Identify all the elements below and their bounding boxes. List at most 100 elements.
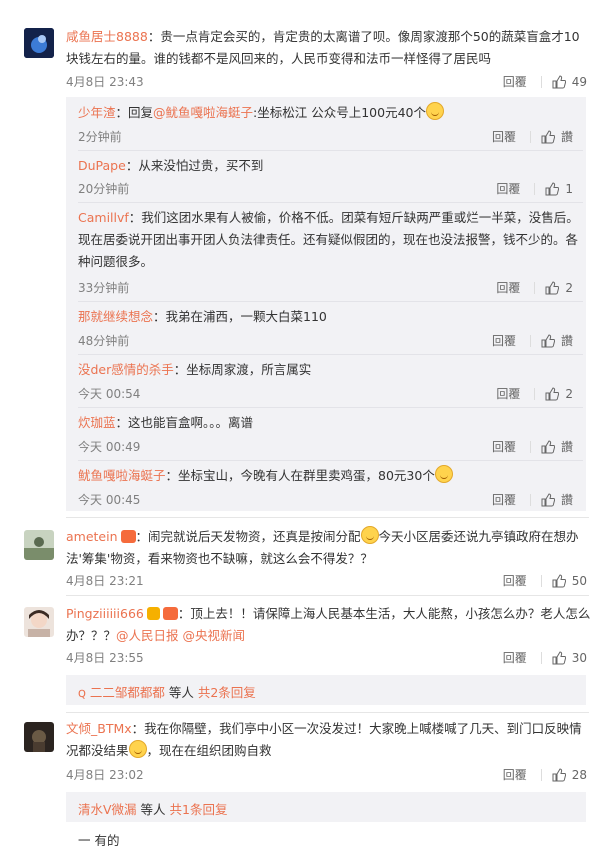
reply-text: 炊珈蓝：这也能盲盒啊。。。离谱	[78, 412, 583, 434]
like-count: 2	[565, 280, 573, 295]
like-icon[interactable]	[552, 573, 566, 588]
divider	[529, 493, 531, 506]
reply-username[interactable]: 鱿鱼嘎啦海蜓子	[78, 468, 166, 483]
avatar[interactable]	[24, 530, 54, 560]
like-icon[interactable]	[541, 129, 555, 144]
comment-text: ametein ：闹完就说后天发物资，还真是按闹分配 今天小区居委还说九亭镇政府在想…	[66, 526, 591, 570]
more-replies-count[interactable]: 共2条回复	[198, 685, 256, 700]
more-replies-suffix: 等人	[164, 685, 198, 700]
like-count: 28	[571, 767, 587, 782]
reply-button[interactable]: 回覆	[496, 279, 520, 296]
smile-emoji-icon	[434, 465, 453, 483]
reply-button[interactable]: 回覆	[496, 180, 520, 197]
avatar-image-icon	[24, 722, 54, 752]
comment-actions: 回覆 28	[503, 766, 587, 783]
verified-badge-icon	[146, 607, 160, 620]
partial-comment-text: 一 有的	[78, 830, 583, 852]
partial-comment-body: 一 有的	[78, 833, 120, 848]
more-replies-users[interactable]: 二二邹都都都	[90, 685, 165, 700]
mention-link[interactable]: @鱿鱼嘎啦海蜓子	[153, 105, 253, 120]
reply-time: 33分钟前	[78, 281, 130, 295]
like-icon[interactable]	[552, 767, 566, 782]
reply-button[interactable]: 回覆	[492, 128, 516, 145]
reply-username[interactable]: DuPape	[78, 158, 126, 173]
more-replies-count[interactable]: 共1条回复	[170, 802, 228, 817]
comment-username[interactable]: ametein	[66, 529, 118, 544]
divider	[78, 150, 583, 151]
like-icon[interactable]	[541, 439, 555, 454]
comment-username[interactable]: 咸鱼居士8888	[66, 29, 148, 44]
comment-username[interactable]: Pingziiiiii666	[66, 606, 144, 621]
more-replies-link[interactable]: ꞯ 二二邹都都都 等人 共2条回复	[78, 682, 256, 701]
reply-text: 少年渣：回复@鱿鱼嘎啦海蜓子:坐标松江 公众号上100元40个	[78, 102, 583, 124]
divider	[540, 768, 542, 781]
reply-text: 那就继续想念：我弟在浦西，一颗大白菜110	[78, 306, 583, 328]
more-replies-link[interactable]: 清水V微漏 等人 共1条回复	[78, 799, 227, 818]
avatar-image-icon	[24, 607, 54, 637]
avatar[interactable]	[24, 722, 54, 752]
reply-button[interactable]: 回覆	[503, 73, 527, 90]
divider	[534, 387, 536, 400]
avatar-image-icon	[24, 530, 54, 560]
member-badge-icon	[120, 530, 136, 543]
reply-username[interactable]: 那就继续想念	[78, 309, 153, 324]
avatar-image-icon	[24, 28, 54, 58]
mention-links[interactable]: @人民日报 @央视新闻	[116, 628, 245, 643]
divider	[534, 182, 536, 195]
reply-time: 20分钟前	[78, 182, 130, 196]
reply-actions: 回覆 1	[496, 180, 573, 197]
like-icon[interactable]	[545, 280, 560, 295]
divider	[78, 202, 583, 203]
comment-time: 4月8日 23:02	[66, 768, 144, 782]
reply-username[interactable]: 炊珈蓝	[78, 415, 116, 430]
grin-emoji-icon	[128, 740, 147, 758]
reply-body: :坐标松江 公众号上100元40个	[253, 105, 426, 120]
reply-button[interactable]: 回覆	[496, 385, 520, 402]
like-icon[interactable]	[545, 181, 560, 196]
comment-time: 4月8日 23:21	[66, 574, 144, 588]
comment-username[interactable]: 文倾_BTMx	[66, 721, 132, 736]
reply-button[interactable]: 回覆	[503, 572, 527, 589]
reply-username[interactable]: Camillvf	[78, 210, 129, 225]
reply-time: 今天 00:49	[78, 440, 141, 454]
reply-button[interactable]: 回覆	[503, 649, 527, 666]
reply-body: ：坐标周家渡，所言属实	[173, 362, 312, 377]
like-count: 讚	[560, 334, 573, 348]
more-replies-suffix: 等人	[136, 802, 170, 817]
reply-body: ：从来没怕过贵，买不到	[125, 158, 264, 173]
like-icon[interactable]	[545, 386, 560, 401]
reply-body: ：坐标宝山，今晚有人在群里卖鸡蛋，80元30个	[165, 468, 435, 483]
reply-username[interactable]: 少年渣	[78, 105, 116, 120]
reply-username[interactable]: 没der感情的杀手	[78, 362, 174, 377]
comment-actions: 回覆 49	[503, 73, 587, 90]
like-icon[interactable]	[552, 74, 566, 89]
divider	[540, 651, 542, 664]
avatar[interactable]	[24, 28, 54, 58]
comment-time: 4月8日 23:43	[66, 75, 144, 89]
reply-text: Camillvf：我们这团水果有人被偷，价格不低。团菜有短斤缺两严重或烂一半菜，…	[78, 207, 583, 273]
divider	[78, 460, 583, 461]
avatar[interactable]	[24, 607, 54, 637]
divider	[78, 407, 583, 408]
like-icon[interactable]	[552, 650, 566, 665]
reply-text: 鱿鱼嘎啦海蜓子：坐标宝山，今晚有人在群里卖鸡蛋，80元30个	[78, 465, 583, 487]
reply-button[interactable]: 回覆	[503, 766, 527, 783]
like-count: 讚	[560, 440, 573, 454]
laugh-emoji-icon	[360, 526, 379, 544]
comment-actions: 回覆 50	[503, 572, 587, 589]
reply-actions: 回覆 讚	[492, 128, 573, 145]
reply-button[interactable]: 回覆	[492, 332, 516, 349]
divider	[540, 574, 542, 587]
comment-time: 4月8日 23:55	[66, 651, 144, 665]
like-count: 讚	[560, 130, 573, 144]
reply-time: 今天 00:45	[78, 493, 141, 507]
reply-body: ：我弟在浦西，一颗大白菜110	[153, 309, 327, 324]
reply-button[interactable]: 回覆	[492, 438, 516, 455]
reply-button[interactable]: 回覆	[492, 491, 516, 508]
like-icon[interactable]	[541, 492, 555, 507]
reply-actions: 回覆 2	[496, 279, 573, 296]
like-icon[interactable]	[541, 333, 555, 348]
comment-text: Pingziiiiii666 ：顶上去！！请保障上海人民基本生活，大人能熬，小孩怎…	[66, 603, 591, 647]
more-replies-users[interactable]: 清水V微漏	[78, 802, 137, 817]
comment-text: 文倾_BTMx：我在你隔壁，我们亭中小区一次没发过！大家晚上喊楼喊了几天、到门口…	[66, 718, 591, 762]
